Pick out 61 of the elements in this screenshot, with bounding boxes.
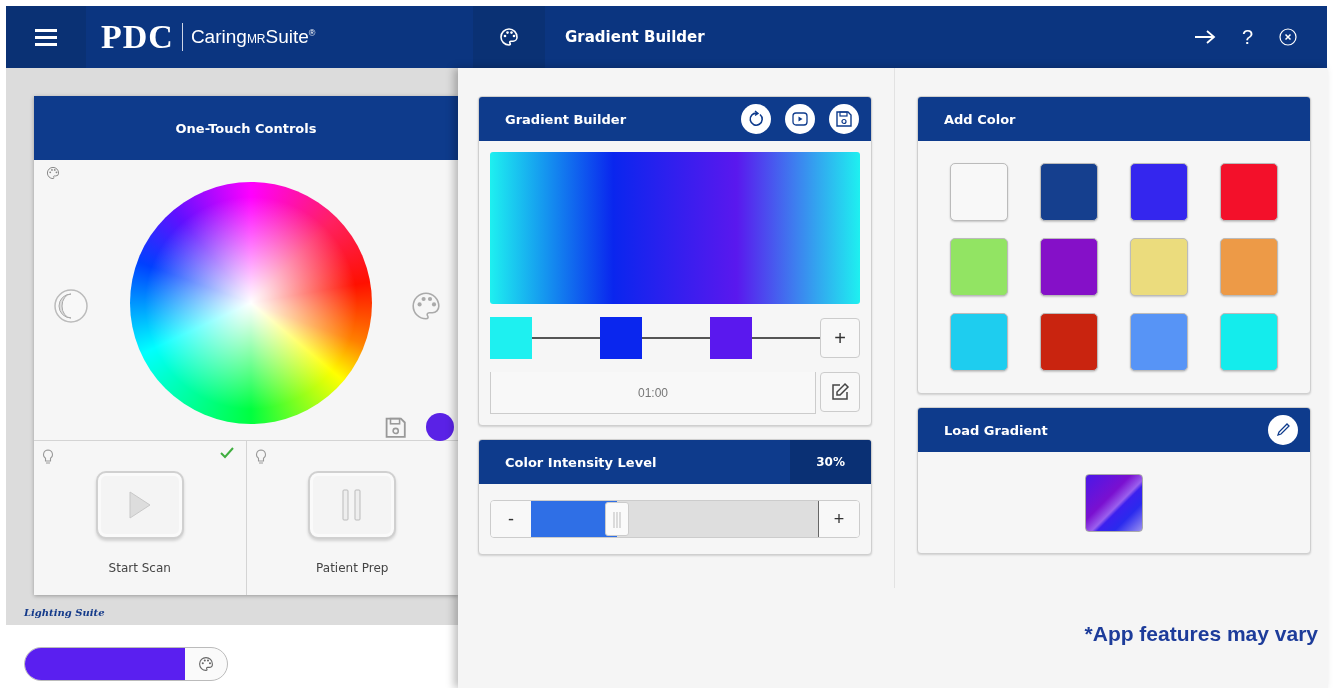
- tile-label: Patient Prep: [316, 561, 389, 575]
- edit-icon: [830, 382, 850, 402]
- color-swatch[interactable]: [1130, 163, 1188, 221]
- menu-button[interactable]: [6, 6, 86, 68]
- forward-button[interactable]: [1193, 30, 1216, 44]
- card-title: One-Touch Controls: [175, 120, 317, 136]
- section-label: Lighting Suite: [24, 607, 106, 618]
- gradient-thumbnail[interactable]: [1085, 474, 1143, 532]
- help-button[interactable]: ?: [1241, 25, 1253, 49]
- color-swatch[interactable]: [1220, 238, 1278, 296]
- color-swatch[interactable]: [1040, 238, 1098, 296]
- color-swatch[interactable]: [1130, 313, 1188, 371]
- card-title: Load Gradient: [944, 422, 1049, 438]
- product-name: CaringMRSuite$^{®}$: [190, 26, 316, 48]
- window-title: Gradient Builder: [565, 28, 706, 46]
- save-button[interactable]: [829, 104, 859, 134]
- disclaimer-text: *App features may vary: [1084, 622, 1318, 646]
- lighting-color-control[interactable]: [24, 647, 228, 681]
- pencil-icon: [1275, 422, 1291, 438]
- close-button[interactable]: [1279, 28, 1297, 46]
- intensity-slider[interactable]: - +: [490, 500, 860, 538]
- bulb-icon: [42, 449, 54, 465]
- duration-field[interactable]: 01:00: [490, 372, 816, 414]
- brand-logo: PDC: [101, 18, 174, 56]
- color-swatch[interactable]: [950, 313, 1008, 371]
- contrast-icon: [53, 288, 89, 324]
- color-swatch[interactable]: [1040, 313, 1098, 371]
- menu-icon: [35, 28, 57, 46]
- palette-icon: [46, 166, 60, 180]
- card-title: Color Intensity Level: [505, 454, 658, 470]
- play-icon: [791, 110, 809, 128]
- palette-icon: [198, 656, 214, 672]
- palette-icon: [498, 26, 520, 48]
- color-swatch[interactable]: [950, 238, 1008, 296]
- color-swatch[interactable]: [1040, 163, 1098, 221]
- arrow-right-icon: [1193, 30, 1216, 44]
- edit-button[interactable]: [820, 372, 860, 412]
- reset-icon: [747, 110, 765, 128]
- bulb-icon: [254, 449, 267, 465]
- color-stop[interactable]: [490, 317, 532, 359]
- color-swatch[interactable]: [1130, 238, 1188, 296]
- card-title: Add Color: [944, 111, 1017, 127]
- color-swatch[interactable]: [1220, 163, 1278, 221]
- palette-button[interactable]: [473, 6, 545, 68]
- current-color-swatch[interactable]: [426, 413, 454, 441]
- play-icon: [127, 490, 152, 520]
- close-icon: [1279, 28, 1297, 46]
- color-swatch[interactable]: [950, 163, 1008, 221]
- add-stop-button[interactable]: +: [820, 318, 860, 358]
- reset-button[interactable]: [741, 104, 771, 134]
- intensity-reading: 30%: [790, 440, 871, 484]
- color-swatch[interactable]: [1220, 313, 1278, 371]
- color-stop[interactable]: [600, 317, 642, 359]
- grip-icon: [612, 510, 623, 530]
- save-icon: [835, 110, 853, 128]
- play-button[interactable]: [785, 104, 815, 134]
- tile-label: Start Scan: [108, 561, 171, 575]
- edit-button[interactable]: [1268, 415, 1298, 445]
- slider-thumb[interactable]: [605, 502, 630, 536]
- card-title: Gradient Builder: [505, 111, 628, 127]
- color-stop[interactable]: [710, 317, 752, 359]
